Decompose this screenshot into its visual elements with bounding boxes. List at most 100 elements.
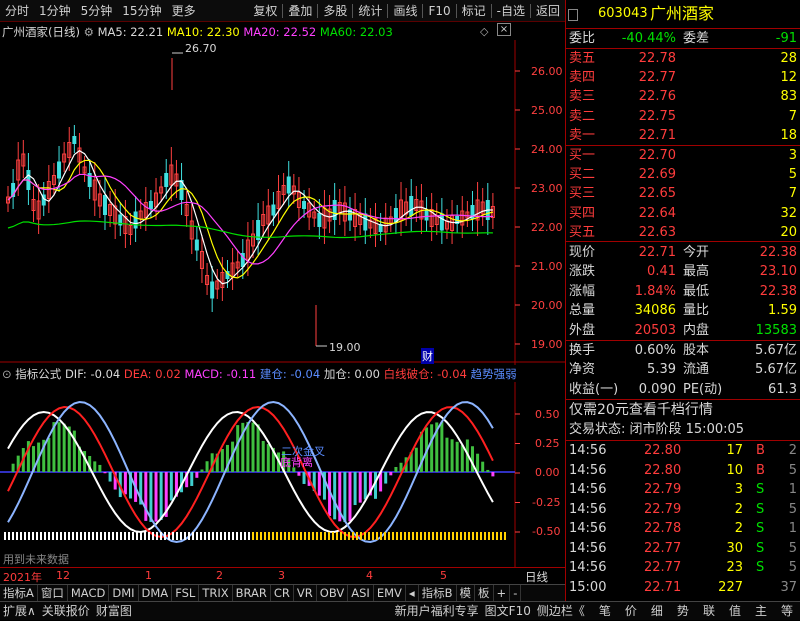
signal-strip [284, 532, 286, 540]
bid-label: 买三 [569, 186, 596, 202]
tab-cr[interactable]: CR [271, 584, 294, 602]
tab-template[interactable]: 模 [457, 584, 476, 602]
kline-chart[interactable] [0, 40, 565, 365]
stat-row: 涨幅 1.84% 最低 22.38 [566, 282, 800, 302]
signal-strip [168, 532, 170, 540]
toolbar-item[interactable]: 15分钟 [117, 0, 166, 22]
toolbar-item[interactable]: 分时 [0, 0, 34, 22]
settings-icon[interactable]: ⚙ [84, 25, 94, 39]
tick-volume: 2 [734, 521, 743, 536]
signal-strip [192, 532, 194, 540]
stat-value: 1.84% [634, 283, 676, 299]
diamond-icon[interactable]: ◇ [480, 25, 488, 38]
toolbar-item[interactable]: 叠加 [283, 0, 317, 22]
tab-brar[interactable]: BRAR [233, 584, 271, 602]
sidebar-toggle[interactable]: 侧边栏《 [534, 602, 588, 621]
tab-asi[interactable]: ASI [348, 584, 374, 602]
tab-window[interactable]: 窗口 [38, 584, 68, 602]
macd-bar [205, 461, 209, 472]
bid-label: 买五 [569, 224, 596, 240]
indicator-header: ⊙ 指标公式 DIF: -0.04 DEA: 0.02 MACD: -0.11 … [2, 366, 517, 382]
related-quote-button[interactable]: 关联报价 [39, 602, 93, 621]
tab-detail[interactable]: 细 [644, 602, 670, 621]
toolbar-item[interactable]: 画线 [388, 0, 422, 22]
tick-price: 22.78 [644, 521, 682, 536]
promo-row[interactable]: 仅需20元查看千档行情 [566, 400, 800, 420]
signal-strip [68, 532, 70, 540]
tab-wait[interactable]: 等 [774, 602, 800, 621]
time-tick: 2 [216, 569, 223, 582]
chart-title[interactable]: 广州酒家(日线) [2, 25, 80, 39]
high-marker-label: 26.70 [185, 42, 217, 55]
macd-bar [159, 472, 163, 520]
signal-strip [160, 532, 162, 540]
signal-strip [416, 532, 418, 540]
tab-vr[interactable]: VR [294, 584, 317, 602]
stat-value: 0.60% [634, 343, 676, 358]
toolbar-item[interactable]: 多股 [318, 0, 352, 22]
close-icon[interactable]: × [497, 23, 511, 36]
period-label[interactable]: 日线 [525, 569, 548, 585]
signal-strip [268, 532, 270, 540]
indicator-name[interactable]: 指标公式 [15, 367, 61, 381]
tab-dmi[interactable]: DMI [109, 584, 139, 602]
tab-indicator-b[interactable]: 指标B [419, 584, 457, 602]
finance-marker[interactable]: 财 [421, 348, 434, 364]
tick-row: 14:56 22.78 2 S 1 [566, 519, 800, 539]
future-data-note: 用到未来数据 [3, 553, 69, 566]
tab-value[interactable]: 值 [722, 602, 748, 621]
tab-link[interactable]: 联 [696, 602, 722, 621]
stat-label: 净资 [569, 362, 596, 378]
tab-price[interactable]: 价 [618, 602, 644, 621]
wealth-chart-button[interactable]: 财富图 [93, 602, 135, 621]
scroll-left-icon[interactable]: ◂ [406, 584, 419, 602]
indicator-tick: 0.50 [535, 408, 560, 421]
toolbar-item[interactable]: 5分钟 [76, 0, 118, 22]
macd-label: MACD: -0.11 [184, 367, 257, 381]
expand-button[interactable]: 扩展∧ [0, 602, 39, 621]
stat-value: 5.67亿 [755, 362, 797, 378]
candle-body [286, 176, 291, 194]
signal-strip [436, 532, 438, 540]
signal-strip [228, 532, 230, 540]
stat-row: 外盘 20503 内盘 13583 [566, 321, 800, 341]
toolbar-item[interactable]: F10 [423, 0, 455, 22]
tab-obv[interactable]: OBV [317, 584, 349, 602]
tab-board[interactable]: 板 [475, 584, 494, 602]
tab-indicator-a[interactable]: 指标A [0, 584, 38, 602]
signal-strip [72, 532, 74, 540]
indicator-tick: -0.25 [532, 496, 561, 509]
tab-fsl[interactable]: FSL [172, 584, 200, 602]
tab-main[interactable]: 主 [748, 602, 774, 621]
tab-dma[interactable]: DMA [139, 584, 173, 602]
zoom-out-button[interactable]: - [510, 584, 522, 602]
new-user-benefit-link[interactable]: 新用户福利专享 [392, 602, 482, 621]
tick-time: 14:56 [569, 540, 607, 556]
signal-strip [336, 532, 338, 540]
tick-price: 22.71 [644, 579, 682, 595]
tab-trix[interactable]: TRIX [199, 584, 233, 602]
tab-macd[interactable]: MACD [68, 584, 110, 602]
toolbar-item[interactable]: 统计 [353, 0, 387, 22]
toolbar-item[interactable]: 复权 [248, 0, 282, 22]
indicator-chart[interactable] [0, 382, 565, 567]
candle-body [194, 239, 199, 251]
toolbar-item[interactable]: 返回 [531, 0, 565, 22]
signal-strip [128, 532, 130, 540]
signal-strip [172, 532, 174, 540]
ask-label: 卖一 [569, 127, 596, 143]
toolbar-item[interactable]: -自选 [492, 0, 530, 22]
stat-label: 总量 [569, 303, 596, 319]
f10-button[interactable]: 图文F10 [482, 602, 534, 621]
toolbar-item[interactable]: 1分钟 [34, 0, 76, 22]
zoom-in-button[interactable]: + [494, 584, 511, 602]
collapse-icon[interactable]: ⊙ [2, 367, 12, 381]
tab-trend[interactable]: 势 [670, 602, 696, 621]
toolbar-item[interactable]: 标记 [457, 0, 491, 22]
tab-ticks[interactable]: 笔 [592, 602, 618, 621]
toolbar-item[interactable]: 更多 [167, 0, 201, 22]
tick-row: 14:56 22.80 17 B 2 [566, 441, 800, 461]
candle-body [332, 200, 337, 220]
promo-link[interactable]: 仅需20元查看千档行情 [569, 400, 713, 420]
tab-emv[interactable]: EMV [374, 584, 406, 602]
